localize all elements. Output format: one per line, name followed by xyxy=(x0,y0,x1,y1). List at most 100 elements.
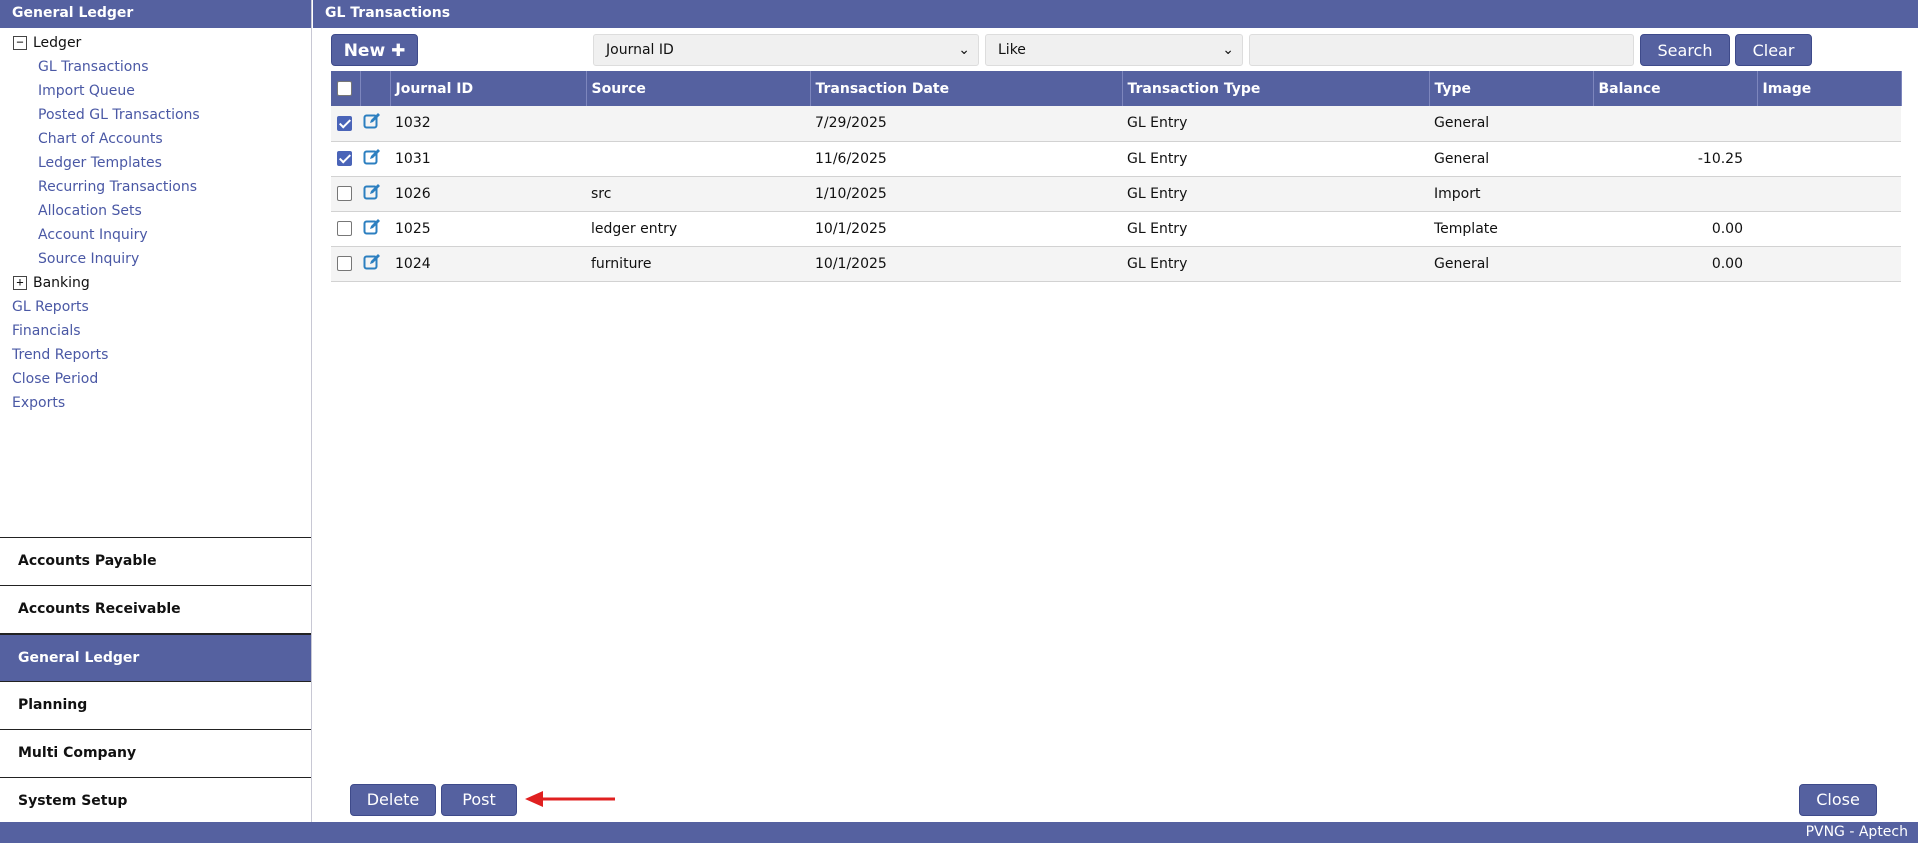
journal-id-cell: 1025 xyxy=(390,211,586,247)
module-list: Accounts Payable Accounts Receivable Gener… xyxy=(0,537,311,825)
sidebar-item-close-period[interactable]: Close Period xyxy=(0,367,311,391)
balance-cell: 0.00 xyxy=(1593,211,1757,247)
sidebar-item-import-queue[interactable]: Import Queue xyxy=(0,79,311,103)
row-checkbox[interactable] xyxy=(337,186,352,201)
search-operator-value: Like xyxy=(998,42,1026,58)
sidebar-item-source-inquiry[interactable]: Source Inquiry xyxy=(0,247,311,271)
row-edit-cell[interactable] xyxy=(360,176,390,212)
main-panel: GL Transactions New ✚ Journal ID ⌄ Like … xyxy=(313,0,1918,822)
collapse-icon[interactable]: − xyxy=(13,36,27,50)
column-header-transaction-type[interactable]: Transaction Type xyxy=(1122,71,1430,106)
row-checkbox[interactable] xyxy=(337,151,352,166)
edit-icon[interactable] xyxy=(363,218,381,240)
sidebar-item-ledger-templates[interactable]: Ledger Templates xyxy=(0,151,311,175)
column-header-type[interactable]: Type xyxy=(1429,71,1594,106)
row-checkbox[interactable] xyxy=(337,256,352,271)
source-cell xyxy=(586,141,810,177)
type-cell: Import xyxy=(1429,176,1593,212)
row-select-cell[interactable] xyxy=(331,211,360,247)
chevron-down-icon: ⌄ xyxy=(1222,42,1234,58)
search-field-select[interactable]: Journal ID ⌄ xyxy=(593,34,979,66)
row-edit-cell[interactable] xyxy=(360,106,390,142)
sidebar-item-account-inquiry[interactable]: Account Inquiry xyxy=(0,223,311,247)
tree-node-label[interactable]: Ledger xyxy=(33,31,81,55)
search-button[interactable]: Search xyxy=(1640,34,1730,66)
tree-node-ledger[interactable]: − Ledger xyxy=(0,31,311,55)
column-header-source[interactable]: Source xyxy=(586,71,811,106)
sidebar-item-recurring-transactions[interactable]: Recurring Transactions xyxy=(0,175,311,199)
type-cell: Template xyxy=(1429,211,1593,247)
row-select-cell[interactable] xyxy=(331,246,360,282)
sidebar-item-gl-transactions[interactable]: GL Transactions xyxy=(0,55,311,79)
row-select-cell[interactable] xyxy=(331,141,360,177)
search-input[interactable] xyxy=(1249,34,1634,66)
row-edit-cell[interactable] xyxy=(360,141,390,177)
sidebar-item-financials[interactable]: Financials xyxy=(0,319,311,343)
close-button[interactable]: Close xyxy=(1799,784,1877,816)
source-cell: furniture xyxy=(586,246,810,282)
table-row: 1026 src 1/10/2025 GL Entry Import xyxy=(331,176,1901,212)
tree-node-banking[interactable]: + Banking xyxy=(0,271,311,295)
sidebar-item-allocation-sets[interactable]: Allocation Sets xyxy=(0,199,311,223)
sidebar-item-exports[interactable]: Exports xyxy=(0,391,311,415)
sidebar: General Ledger − Ledger GL Transactions I… xyxy=(0,0,312,825)
transactions-grid: Journal ID Source Transaction Date Transact… xyxy=(331,71,1902,282)
row-checkbox[interactable] xyxy=(337,221,352,236)
module-accounts-payable[interactable]: Accounts Payable xyxy=(0,537,311,585)
transaction-type-cell: GL Entry xyxy=(1122,211,1429,247)
module-general-ledger[interactable]: General Ledger xyxy=(0,633,311,681)
row-select-cell[interactable] xyxy=(331,106,360,142)
table-row: 1032 7/29/2025 GL Entry General xyxy=(331,106,1901,142)
status-text: PVNG - Aptech xyxy=(1805,824,1908,840)
source-cell: src xyxy=(586,176,810,212)
column-header-balance[interactable]: Balance xyxy=(1593,71,1758,106)
journal-id-cell: 1032 xyxy=(390,106,586,142)
sidebar-item-trend-reports[interactable]: Trend Reports xyxy=(0,343,311,367)
transaction-type-cell: GL Entry xyxy=(1122,106,1429,142)
image-cell xyxy=(1757,176,1901,212)
new-button[interactable]: New ✚ xyxy=(331,34,418,66)
balance-cell xyxy=(1593,106,1757,142)
row-edit-cell[interactable] xyxy=(360,211,390,247)
image-cell xyxy=(1757,106,1901,142)
source-cell xyxy=(586,106,810,142)
grid-header-row: Journal ID Source Transaction Date Transact… xyxy=(331,71,1902,106)
expand-icon[interactable]: + xyxy=(13,276,27,290)
module-multi-company[interactable]: Multi Company xyxy=(0,729,311,777)
date-cell: 7/29/2025 xyxy=(810,106,1122,142)
edit-icon[interactable] xyxy=(363,148,381,170)
edit-icon[interactable] xyxy=(363,183,381,205)
row-checkbox[interactable] xyxy=(337,115,352,131)
type-cell: General xyxy=(1429,106,1593,142)
delete-button[interactable]: Delete xyxy=(350,784,436,816)
source-cell: ledger entry xyxy=(586,211,810,247)
column-header-journal-id[interactable]: Journal ID xyxy=(390,71,587,106)
post-button[interactable]: Post xyxy=(441,784,517,816)
type-cell: General xyxy=(1429,246,1593,282)
module-system-setup[interactable]: System Setup xyxy=(0,777,311,825)
module-planning[interactable]: Planning xyxy=(0,681,311,729)
date-cell: 1/10/2025 xyxy=(810,176,1122,212)
row-edit-cell[interactable] xyxy=(360,246,390,282)
sidebar-item-chart-of-accounts[interactable]: Chart of Accounts xyxy=(0,127,311,151)
sidebar-item-gl-reports[interactable]: GL Reports xyxy=(0,295,311,319)
clear-button[interactable]: Clear xyxy=(1735,34,1812,66)
column-header-transaction-date[interactable]: Transaction Date xyxy=(810,71,1123,106)
select-all-checkbox[interactable] xyxy=(337,81,352,96)
balance-cell xyxy=(1593,176,1757,212)
date-cell: 11/6/2025 xyxy=(810,141,1122,177)
search-operator-select[interactable]: Like ⌄ xyxy=(985,34,1243,66)
edit-icon[interactable] xyxy=(363,112,381,134)
tree-node-label[interactable]: Banking xyxy=(33,271,90,295)
image-cell xyxy=(1757,246,1901,282)
column-header-image[interactable]: Image xyxy=(1757,71,1902,106)
sidebar-title: General Ledger xyxy=(0,0,311,28)
select-all-cell[interactable] xyxy=(331,71,361,106)
edit-icon[interactable] xyxy=(363,253,381,275)
type-cell: General xyxy=(1429,141,1593,177)
sidebar-item-posted-gl-transactions[interactable]: Posted GL Transactions xyxy=(0,103,311,127)
transaction-type-cell: GL Entry xyxy=(1122,246,1429,282)
journal-id-cell: 1031 xyxy=(390,141,586,177)
row-select-cell[interactable] xyxy=(331,176,360,212)
module-accounts-receivable[interactable]: Accounts Receivable xyxy=(0,585,311,633)
